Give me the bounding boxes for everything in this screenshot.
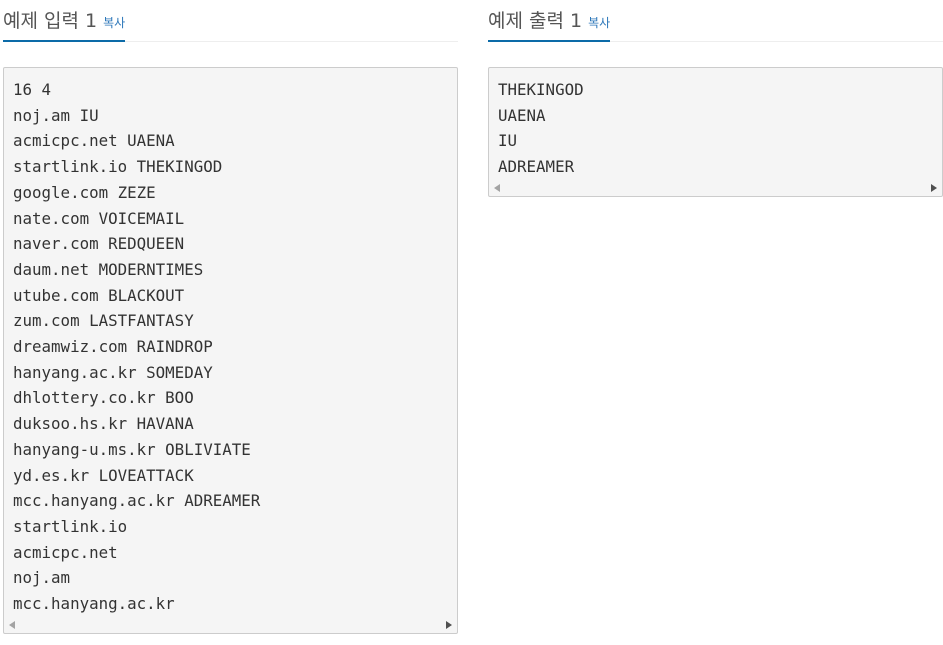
sample-line: duksoo.hs.kr HAVANA <box>13 414 194 434</box>
sample-line: dreamwiz.com RAINDROP <box>13 337 213 357</box>
sample-line: acmicpc.net UAENA <box>13 131 175 151</box>
sample-line: naver.com REDQUEEN <box>13 234 185 254</box>
sample-line: dhlottery.co.kr BOO <box>13 388 194 408</box>
sample-input-headline: 예제 입력 1 복사 <box>3 0 126 42</box>
sample-output-box: THEKINGOD UAENA IU ADREAMER <box>488 67 943 197</box>
sample-input-copy-button[interactable]: 복사 <box>103 16 125 30</box>
sample-line: noj.am IU <box>13 105 99 125</box>
sample-line: daum.net MODERNTIMES <box>13 259 204 279</box>
sample-line: acmicpc.net <box>13 542 118 562</box>
sample-input-header: 예제 입력 1 복사 <box>3 0 458 42</box>
sample-output-header: 예제 출력 1 복사 <box>488 0 943 42</box>
sample-line: google.com ZEZE <box>13 182 156 202</box>
sample-input-box: 16 4 noj.am IU acmicpc.net UAENA startli… <box>3 67 458 634</box>
sample-output-panel: 예제 출력 1 복사 THEKINGOD UAENA IU ADREAMER <box>488 0 943 197</box>
sample-line: THEKINGOD <box>498 80 584 99</box>
sample-line: mcc.hanyang.ac.kr <box>13 594 175 614</box>
sample-line: zum.com LASTFANTASY <box>13 311 194 331</box>
sample-output-code: THEKINGOD UAENA IU ADREAMER <box>489 68 942 180</box>
sample-output-copy-button[interactable]: 복사 <box>588 16 610 30</box>
sample-input-panel: 예제 입력 1 복사 16 4 noj.am IU acmicpc.net UAE… <box>3 0 458 634</box>
sample-line: utube.com BLACKOUT <box>13 285 185 305</box>
sample-line: nate.com VOICEMAIL <box>13 208 185 228</box>
sample-line: hanyang.ac.kr SOMEDAY <box>13 362 213 382</box>
sample-line: 16 4 <box>13 80 52 99</box>
sample-line: noj.am <box>13 568 71 588</box>
sample-output-horizontal-scrollbar[interactable] <box>491 180 940 194</box>
scroll-left-arrow-icon[interactable] <box>494 183 500 192</box>
scroll-right-arrow-icon[interactable] <box>931 183 937 192</box>
scroll-right-arrow-icon[interactable] <box>446 620 452 629</box>
sample-input-horizontal-scrollbar[interactable] <box>6 617 455 631</box>
sample-line: yd.es.kr LOVEATTACK <box>13 465 194 485</box>
sample-output-headline: 예제 출력 1 복사 <box>488 0 611 42</box>
sample-input-code: 16 4 noj.am IU acmicpc.net UAENA startli… <box>4 68 457 617</box>
sample-line: startlink.io THEKINGOD <box>13 157 223 177</box>
sample-input-title: 예제 입력 1 <box>3 10 98 32</box>
sample-line: mcc.hanyang.ac.kr ADREAMER <box>13 491 261 511</box>
sample-line: hanyang-u.ms.kr OBLIVIATE <box>13 439 251 459</box>
sample-line: UAENA <box>498 105 546 125</box>
scroll-left-arrow-icon[interactable] <box>9 620 15 629</box>
sample-line: ADREAMER <box>498 157 575 177</box>
sample-line: IU <box>498 131 518 151</box>
sample-output-title: 예제 출력 1 <box>488 10 583 32</box>
sample-line: startlink.io <box>13 516 128 536</box>
